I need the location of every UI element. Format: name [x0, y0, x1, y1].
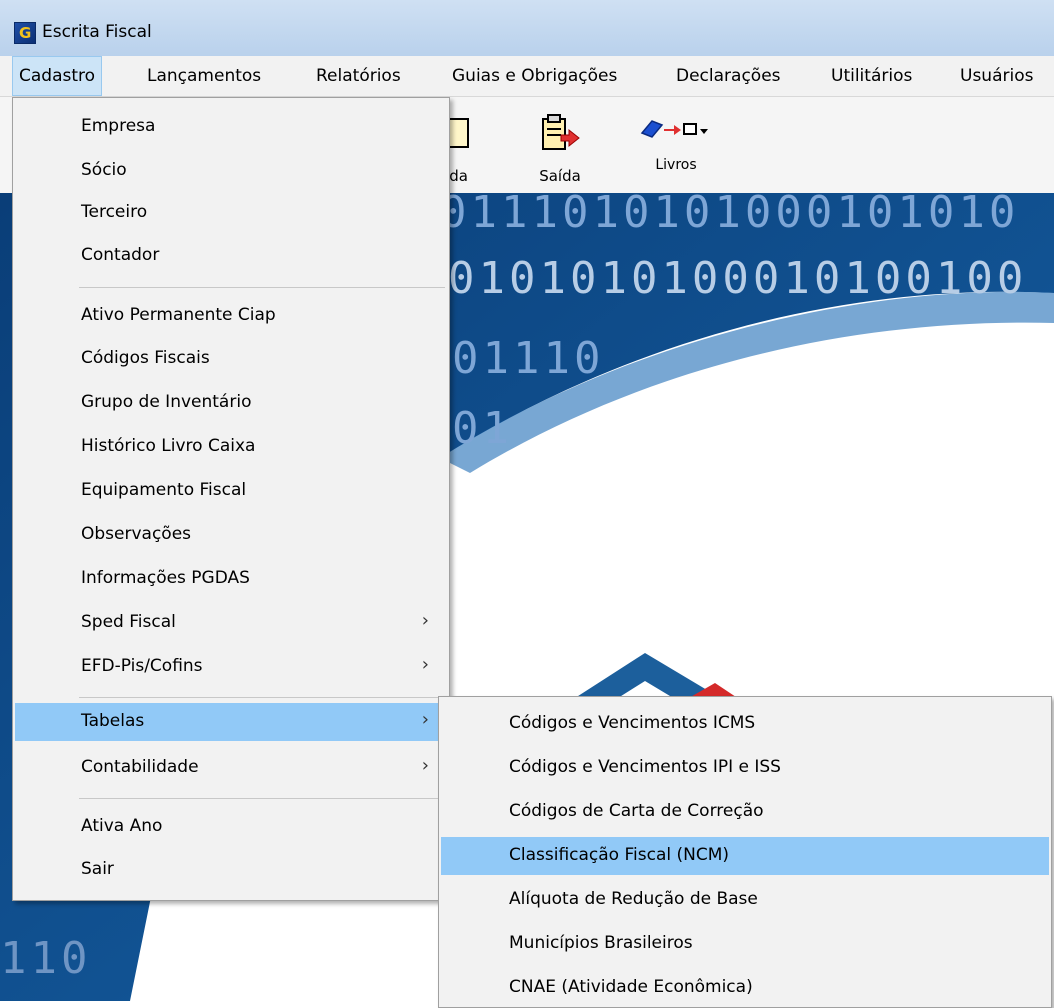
- menu-item-efd-pis-cofins[interactable]: EFD-Pis/Cofins ›: [15, 648, 447, 686]
- menu-item-grupo-inventario[interactable]: Grupo de Inventário: [15, 384, 447, 422]
- menu-item-observacoes[interactable]: Observações: [15, 516, 447, 554]
- binary-row-3: 01110: [452, 333, 605, 384]
- tabelas-submenu: Códigos e Vencimentos ICMS Códigos e Ven…: [438, 696, 1052, 1008]
- chevron-right-icon: ›: [421, 755, 429, 776]
- menu-item-informacoes-pgdas[interactable]: Informações PGDAS: [15, 560, 447, 598]
- submenu-item-icms[interactable]: Códigos e Vencimentos ICMS: [441, 705, 1049, 743]
- menu-separator: [79, 287, 445, 288]
- menu-cadastro[interactable]: Cadastro: [12, 56, 103, 96]
- menu-separator: [79, 798, 445, 799]
- menu-item-codigos-fiscais[interactable]: Códigos Fiscais: [15, 340, 447, 378]
- menu-item-sped-fiscal[interactable]: Sped Fiscal ›: [15, 604, 447, 642]
- chevron-right-icon: ›: [421, 610, 429, 631]
- chevron-right-icon: ›: [421, 709, 429, 730]
- submenu-item-ipi-iss[interactable]: Códigos e Vencimentos IPI e ISS: [441, 749, 1049, 787]
- submenu-item-ncm[interactable]: Classificação Fiscal (NCM): [441, 837, 1049, 875]
- menu-utilitarios[interactable]: Utilitários: [825, 56, 918, 96]
- window-title: Escrita Fiscal: [42, 22, 152, 42]
- menu-item-equipamento-fiscal[interactable]: Equipamento Fiscal: [15, 472, 447, 510]
- menu-item-historico-livro-caixa[interactable]: Histórico Livro Caixa: [15, 428, 447, 466]
- menu-declaracoes[interactable]: Declarações: [670, 56, 787, 96]
- chevron-right-icon: ›: [421, 654, 429, 675]
- menu-item-empresa[interactable]: Empresa: [15, 108, 447, 146]
- cadastro-menu: Empresa Sócio Terceiro Contador Ativo Pe…: [12, 97, 450, 901]
- app-icon: G: [14, 22, 36, 44]
- livros-icon: [640, 120, 708, 138]
- title-bar: G Escrita Fiscal: [0, 0, 1054, 56]
- menu-relatorios[interactable]: Relatórios: [310, 56, 407, 96]
- menu-guias-obrigacoes[interactable]: Guias e Obrigações: [446, 56, 623, 96]
- menu-item-contador[interactable]: Contador: [15, 237, 447, 275]
- submenu-item-cnae[interactable]: CNAE (Atividade Econômica): [441, 969, 1049, 1007]
- menu-item-terceiro[interactable]: Terceiro: [15, 194, 447, 232]
- livros-button[interactable]: Livros: [626, 105, 726, 189]
- binary-row-4: 01: [452, 403, 513, 454]
- menu-item-ativa-ano[interactable]: Ativa Ano: [15, 808, 447, 846]
- saida-icon: [542, 114, 580, 150]
- menu-item-sair[interactable]: Sair: [15, 851, 447, 889]
- menu-lancamentos[interactable]: Lançamentos: [141, 56, 267, 96]
- menu-item-socio[interactable]: Sócio: [15, 152, 447, 190]
- menu-item-tabelas[interactable]: Tabelas ›: [15, 703, 447, 741]
- binary-row-1: 0111010101000101010: [440, 187, 1020, 238]
- submenu-item-municipios[interactable]: Municípios Brasileiros: [441, 925, 1049, 963]
- menu-usuarios[interactable]: Usuários: [954, 56, 1039, 96]
- menu-item-contabilidade[interactable]: Contabilidade ›: [15, 749, 447, 787]
- menu-separator: [79, 697, 445, 698]
- binary-row-2: 0101010100010100100: [448, 253, 1028, 304]
- binary-row-5: 110: [0, 933, 92, 984]
- menu-bar: Cadastro Lançamentos Relatórios Guias e …: [0, 56, 1054, 97]
- saida-button[interactable]: Saída: [520, 105, 600, 189]
- submenu-item-carta-correcao[interactable]: Códigos de Carta de Correção: [441, 793, 1049, 831]
- submenu-item-aliquota-reducao[interactable]: Alíquota de Redução de Base: [441, 881, 1049, 919]
- menu-item-ativo-permanente[interactable]: Ativo Permanente Ciap: [15, 297, 447, 335]
